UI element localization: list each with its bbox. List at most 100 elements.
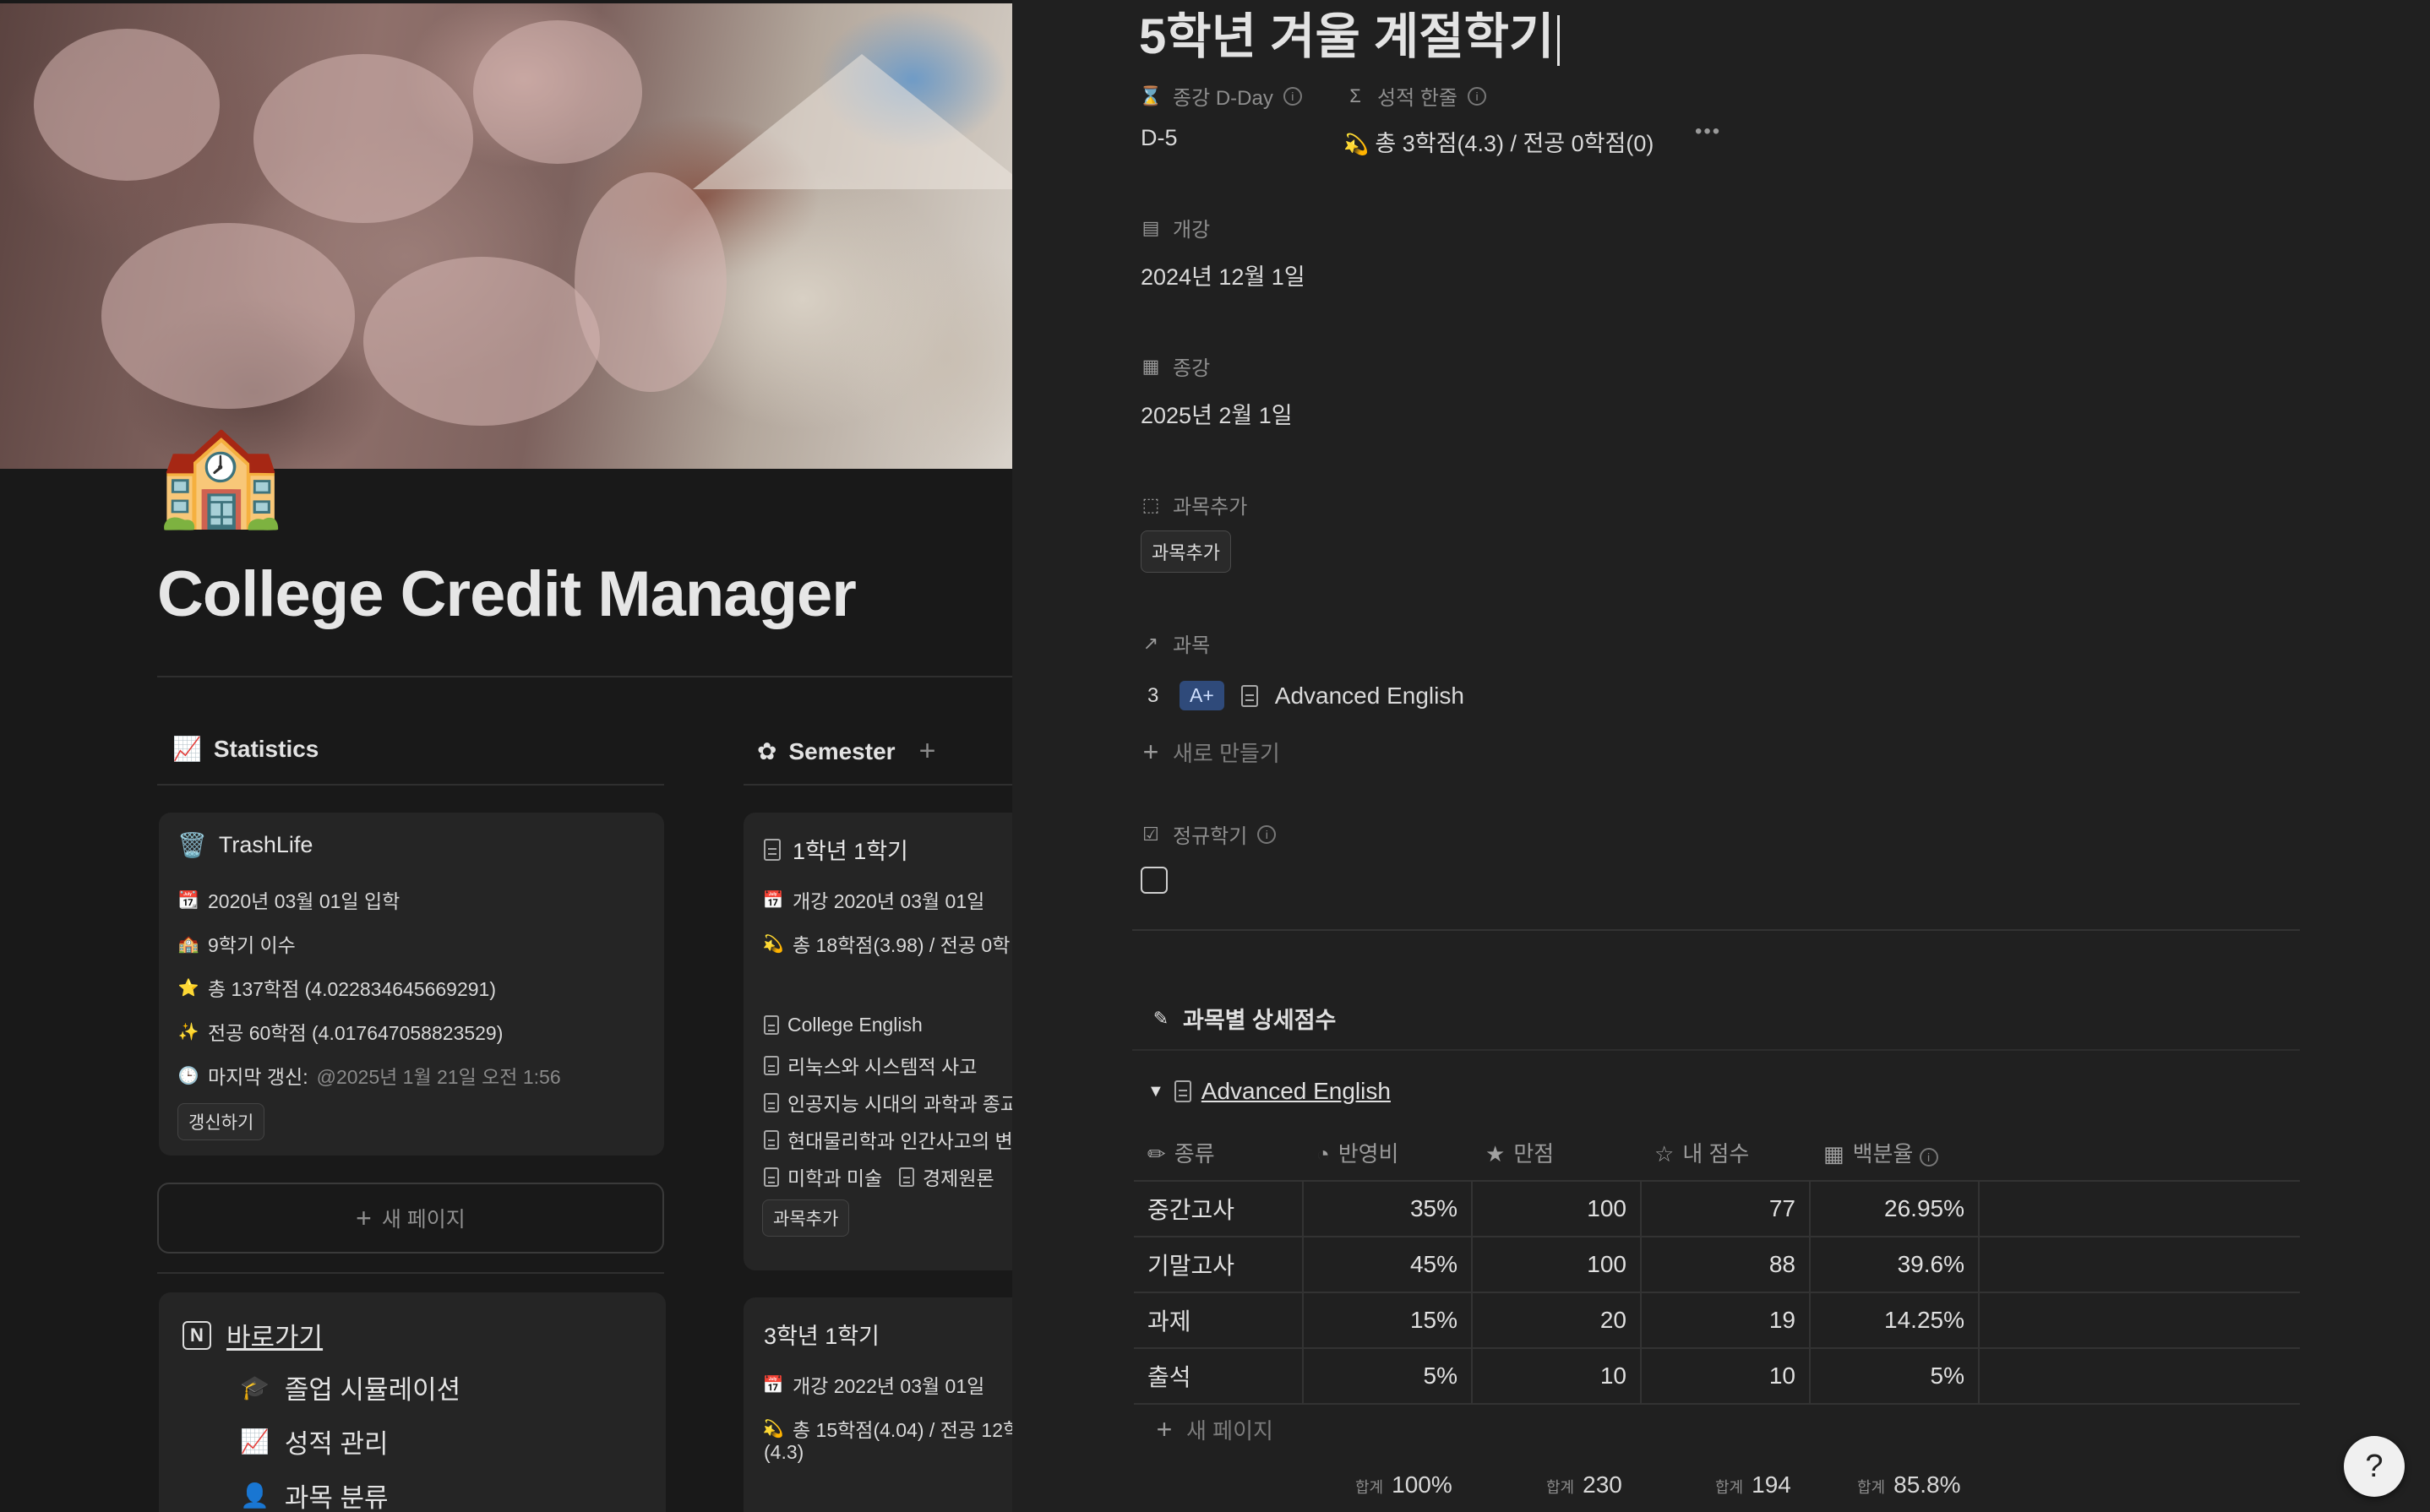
course-item[interactable]: 리눅스와 시스템적 사고 [764, 1051, 977, 1080]
sum-my-score: 합계 194 [1715, 1471, 1791, 1498]
page-icon [764, 1092, 779, 1112]
help-icon[interactable]: ? [2344, 1436, 2405, 1497]
pencil-icon: ✏ [1147, 1141, 1166, 1167]
detail-course-toggle[interactable]: ▼ Advanced English [1147, 1078, 1391, 1105]
info-icon: i [1468, 86, 1486, 106]
more-options-button[interactable]: ••• [1695, 120, 1721, 144]
notion-icon: N [183, 1320, 211, 1350]
add-course-button[interactable]: 과목추가 [762, 1199, 850, 1237]
new-row-button[interactable]: + 새 페이지 [1152, 1414, 1273, 1445]
stats-card[interactable]: 🗑️ TrashLife 📆 2020년 03월 01일 입학 🏫 9학기 이수 ⭐… [159, 813, 664, 1156]
dday-label[interactable]: ⌛ 종강 D-Day i [1139, 81, 1302, 111]
page-icon [764, 1129, 779, 1150]
table-row[interactable]: 출석 5% 10 10 5% [1134, 1348, 2300, 1405]
end-date-label[interactable]: ▦ 종강 [1139, 351, 1211, 381]
shortcut-courses[interactable]: 👤 과목 분류 [240, 1477, 389, 1512]
checkbox-icon: ☑ [1142, 823, 1159, 845]
semester-heading[interactable]: ✿ Semester + [757, 735, 935, 768]
column-pad [1979, 1125, 2300, 1182]
calendar-icon: 📅 [762, 890, 784, 910]
semester-title: 3학년 1학기 [764, 1324, 880, 1349]
semester-card[interactable]: 1학년 1학기 📅 개강 2020년 03월 01일 💫 총 18학점(3.98) … [744, 813, 1012, 1270]
table-row[interactable]: 과제 15% 20 19 14.25% [1134, 1292, 2300, 1349]
sum-weight: 합계 100% [1355, 1471, 1452, 1498]
statistics-heading[interactable]: 📈 Statistics [172, 735, 319, 763]
semester-credits: 💫 총 18학점(3.98) / 전공 0학 [762, 934, 1011, 956]
regular-semester-checkbox[interactable] [1141, 867, 1168, 894]
column-max[interactable]: ★ 만점 [1472, 1125, 1641, 1182]
cell-my-score: 77 [1641, 1181, 1811, 1237]
new-page-button[interactable]: + 새 페이지 [157, 1183, 664, 1254]
info-icon: i [1257, 824, 1277, 844]
start-date-value[interactable]: 2024년 12월 1일 [1141, 258, 1305, 291]
column-weight[interactable]: ◔ 반영비 [1303, 1125, 1472, 1182]
last-update-line: 🕒 마지막 갱신: @2025년 1월 21일 오전 1:56 [177, 1061, 561, 1090]
semester-start: 📅 개강 2022년 03월 01일 [762, 1375, 985, 1397]
cell-type: 과제 [1134, 1292, 1304, 1349]
cell-max: 10 [1472, 1348, 1642, 1405]
shortcuts-heading[interactable]: N 바로가기 [183, 1316, 323, 1354]
page-icon [764, 1167, 779, 1187]
table-row[interactable]: 중간고사 35% 100 77 26.95% [1134, 1181, 2300, 1237]
course-item[interactable]: College English [764, 1014, 923, 1036]
course-item[interactable]: 경제원론 [899, 1162, 994, 1191]
cell-percent: 39.6% [1810, 1237, 1980, 1293]
detail-heading: ✎ 과목별 상세점수 [1149, 1002, 1337, 1035]
add-course-button[interactable]: 과목추가 [1141, 530, 1231, 573]
column-type[interactable]: ✏ 종류 [1134, 1125, 1303, 1182]
page-icon [764, 1015, 779, 1035]
sum-percent: 합계 85.8% [1857, 1471, 1961, 1498]
course-item[interactable]: 미학과 미술 [764, 1162, 882, 1191]
page-title[interactable]: College Credit Manager [157, 557, 857, 631]
cursor-click-icon: ⬚ [1141, 493, 1160, 515]
end-date-value[interactable]: 2025년 2월 1일 [1141, 397, 1293, 430]
shortcut-graduation[interactable]: 🎓 졸업 시뮬레이션 [240, 1368, 460, 1406]
table-row[interactable]: 기말고사 45% 100 88 39.6% [1134, 1237, 2300, 1293]
chart-icon: 📈 [172, 736, 202, 762]
peek-title[interactable]: 5학년 겨울 계절학기 [1139, 0, 1561, 68]
regular-semester-label[interactable]: ☑ 정규학기 i [1139, 819, 1277, 849]
start-date-label[interactable]: ▤ 개강 [1139, 213, 1211, 242]
cell-pad [1979, 1237, 2300, 1293]
refresh-button[interactable]: 갱신하기 [177, 1103, 265, 1140]
divider [157, 676, 1012, 677]
semester-card[interactable]: 3학년 1학기 📅 개강 2022년 03월 01일 💫 총 15학점(4.04) … [744, 1297, 1012, 1512]
cell-percent: 5% [1810, 1348, 1980, 1405]
dday-value: D-5 [1141, 125, 1178, 150]
comet-icon: 💫 [1343, 133, 1369, 156]
column-percent[interactable]: ▦ 백분율 i [1810, 1125, 1979, 1182]
sigma-icon: Σ [1349, 84, 1361, 106]
cell-type: 출석 [1134, 1348, 1304, 1405]
plus-icon: + [1156, 1414, 1173, 1444]
info-icon: i [1919, 1148, 1938, 1167]
column-my-score[interactable]: ☆ 내 점수 [1641, 1125, 1810, 1182]
add-semester-button[interactable]: + [919, 735, 936, 768]
course-item[interactable]: 인공지능 시대의 과학과 종교 [764, 1088, 1012, 1117]
user-icon: 👤 [240, 1482, 270, 1509]
cell-my-score: 10 [1641, 1348, 1811, 1405]
page-icon[interactable]: 🏫 [157, 419, 292, 529]
triangle-down-icon: ▼ [1147, 1081, 1164, 1101]
calendar-icon: 📆 [177, 890, 199, 910]
course-credits: 3 [1147, 683, 1159, 707]
new-item-button[interactable]: + 새로 만들기 [1139, 737, 1280, 768]
course-item[interactable]: 현대물리학과 인간사고의 변 [764, 1125, 1012, 1154]
course-row[interactable]: 3 A+ Advanced English [1147, 681, 1464, 710]
cell-weight: 45% [1303, 1237, 1473, 1293]
stat-line: ⭐ 총 137학점 (4.022834645669291) [177, 978, 497, 1000]
sum-max: 합계 230 [1546, 1471, 1622, 1498]
cover-image[interactable] [0, 3, 1012, 469]
cell-pad [1979, 1181, 2300, 1237]
shortcut-grades[interactable]: 📈 성적 관리 [240, 1422, 389, 1460]
clock-icon: 🕒 [177, 1066, 199, 1085]
courses-label[interactable]: ↗ 과목 [1139, 628, 1210, 658]
table-header: ✏ 종류 ◔ 반영비 ★ 만점 ☆ 내 점수 ▦ 백분율 i [1134, 1125, 2300, 1182]
grade-summary-value: 💫 총 3학점(4.3) / 전공 0학점(0) [1343, 131, 1654, 156]
grade-summary-label[interactable]: Σ 성적 한줄 i [1343, 81, 1486, 111]
add-course-label[interactable]: ⬚ 과목추가 [1139, 490, 1248, 519]
semester-credits: 💫 총 15학점(4.04) / 전공 12학 [762, 1419, 1012, 1441]
stat-line: 📆 2020년 03월 01일 입학 [177, 890, 400, 912]
trash-icon: 🗑️ [177, 832, 207, 858]
sparkles-icon: ✨ [177, 1022, 199, 1042]
cell-pad [1979, 1348, 2300, 1405]
